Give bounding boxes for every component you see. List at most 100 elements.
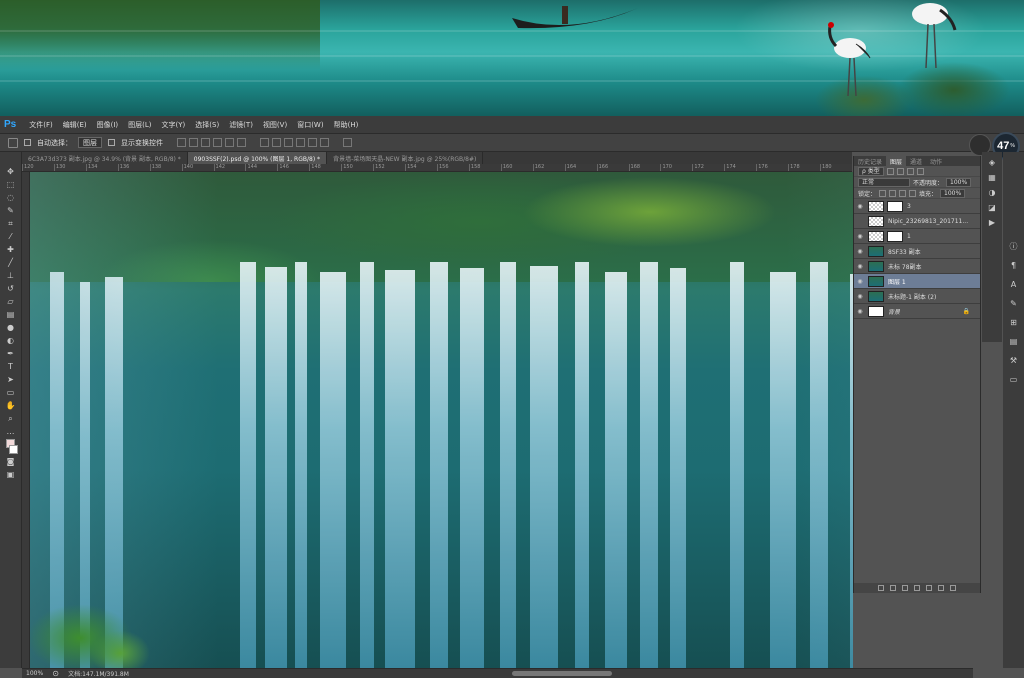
- menu-view[interactable]: 视图(V): [258, 120, 292, 130]
- show-transform-checkbox[interactable]: [108, 139, 115, 146]
- add-mask-icon[interactable]: [902, 585, 908, 591]
- align-top-icon[interactable]: [177, 138, 186, 147]
- menu-window[interactable]: 窗口(W): [292, 120, 328, 130]
- status-info-icon[interactable]: ⊙: [51, 669, 60, 678]
- distribute-right-icon[interactable]: [320, 138, 329, 147]
- path-select-tool-icon[interactable]: ➤: [4, 374, 18, 385]
- paragraph-panel-icon[interactable]: ¶: [1009, 261, 1018, 270]
- document-canvas[interactable]: [30, 172, 973, 668]
- eye-icon[interactable]: ◉: [856, 232, 864, 240]
- tab-channels[interactable]: 通道: [906, 156, 926, 166]
- opacity-input[interactable]: 100%: [946, 177, 972, 187]
- styles-panel-icon[interactable]: ◪: [988, 203, 997, 212]
- eye-icon[interactable]: ◉: [856, 262, 864, 270]
- adjustments-panel-icon[interactable]: ◑: [988, 188, 997, 197]
- auto-align-icon[interactable]: [343, 138, 352, 147]
- type-tool-icon[interactable]: T: [4, 361, 18, 372]
- layer-row[interactable]: ◉ 背景 🔒: [854, 304, 980, 319]
- history-brush-tool-icon[interactable]: ↺: [4, 283, 18, 294]
- tab-document-1[interactable]: 6C3A73d373 副本.jpg @ 34.9% (背景 副本, RGB/8)…: [22, 152, 188, 164]
- menu-image[interactable]: 图像(I): [92, 120, 124, 130]
- tab-actions[interactable]: 动作: [926, 156, 946, 166]
- new-layer-icon[interactable]: [938, 585, 944, 591]
- layer-row[interactable]: Nipic_23269813_201711...: [854, 214, 980, 229]
- eyedropper-tool-icon[interactable]: ⁄: [4, 231, 18, 242]
- layer-row-selected[interactable]: ◉ 图层 1: [854, 274, 980, 289]
- character-panel-icon[interactable]: A: [1009, 280, 1018, 289]
- layer-style-icon[interactable]: [890, 585, 896, 591]
- adjustment-layer-icon[interactable]: [914, 585, 920, 591]
- lock-paint-icon[interactable]: [889, 189, 897, 197]
- layer-row[interactable]: ◉ 未标题-1 副本 (2): [854, 289, 980, 304]
- align-vcenter-icon[interactable]: [189, 138, 198, 147]
- more-tools-icon[interactable]: …: [4, 426, 18, 437]
- eye-icon[interactable]: ◉: [856, 307, 864, 315]
- layer-mask-thumbnail[interactable]: [887, 230, 903, 242]
- filter-shape-icon[interactable]: [916, 167, 924, 175]
- lock-move-icon[interactable]: [899, 189, 907, 197]
- blur-tool-icon[interactable]: ●: [4, 322, 18, 333]
- filter-pixel-icon[interactable]: [886, 167, 894, 175]
- info-panel-icon[interactable]: ⓘ: [1009, 242, 1018, 251]
- align-bottom-icon[interactable]: [201, 138, 210, 147]
- zoom-tool-icon[interactable]: ⌕: [4, 413, 18, 424]
- quick-mask-icon[interactable]: ◙: [4, 456, 18, 467]
- quick-select-tool-icon[interactable]: ✎: [4, 205, 18, 216]
- tool-presets-panel-icon[interactable]: ⚒: [1009, 356, 1018, 365]
- eye-icon[interactable]: ◉: [856, 277, 864, 285]
- blend-mode-select[interactable]: 正常: [858, 177, 910, 187]
- delete-layer-icon[interactable]: [950, 585, 956, 591]
- status-zoom[interactable]: 100%: [26, 670, 43, 677]
- eye-icon[interactable]: ◉: [856, 292, 864, 300]
- dodge-tool-icon[interactable]: ◐: [4, 335, 18, 346]
- brush-tool-icon[interactable]: ╱: [4, 257, 18, 268]
- notes-panel-icon[interactable]: ▤: [1009, 337, 1018, 346]
- align-right-icon[interactable]: [237, 138, 246, 147]
- crop-tool-icon[interactable]: ⌗: [4, 218, 18, 229]
- menu-edit[interactable]: 编辑(E): [58, 120, 92, 130]
- menu-select[interactable]: 选择(S): [190, 120, 224, 130]
- distribute-left-icon[interactable]: [296, 138, 305, 147]
- color-panel-icon[interactable]: ◈: [988, 158, 997, 167]
- move-tool-icon[interactable]: ✥: [4, 166, 18, 177]
- menu-filter[interactable]: 滤镜(T): [224, 120, 258, 130]
- move-tool-preset-icon[interactable]: [8, 137, 18, 148]
- link-layers-icon[interactable]: [878, 585, 884, 591]
- hand-tool-icon[interactable]: ✋: [4, 400, 18, 411]
- layer-row[interactable]: ◉ 3: [854, 199, 980, 214]
- background-color-swatch[interactable]: [9, 445, 18, 454]
- align-hcenter-icon[interactable]: [225, 138, 234, 147]
- distribute-hcenter-icon[interactable]: [308, 138, 317, 147]
- ruler-vertical[interactable]: [22, 172, 30, 668]
- healing-tool-icon[interactable]: ✚: [4, 244, 18, 255]
- screen-mode-icon[interactable]: ▣: [4, 469, 18, 480]
- eraser-tool-icon[interactable]: ▱: [4, 296, 18, 307]
- eye-icon[interactable]: ◉: [856, 202, 864, 210]
- distribute-bottom-icon[interactable]: [284, 138, 293, 147]
- align-left-icon[interactable]: [213, 138, 222, 147]
- menu-type[interactable]: 文字(Y): [157, 120, 191, 130]
- auto-select-dropdown[interactable]: 图层: [78, 137, 102, 148]
- pen-tool-icon[interactable]: ✒: [4, 348, 18, 359]
- play-panel-icon[interactable]: ▶: [988, 218, 997, 227]
- auto-select-checkbox[interactable]: [24, 139, 31, 146]
- ruler-horizontal[interactable]: 120 130 134 136 138 140 142 144 146 148 150 152 154 1…: [22, 164, 852, 172]
- shape-tool-icon[interactable]: ▭: [4, 387, 18, 398]
- gradient-tool-icon[interactable]: ▤: [4, 309, 18, 320]
- fill-input[interactable]: 100%: [940, 188, 966, 198]
- distribute-top-icon[interactable]: [260, 138, 269, 147]
- horizontal-scrollbar[interactable]: [512, 671, 612, 676]
- menu-layer[interactable]: 图层(L): [123, 120, 156, 130]
- lock-pixels-icon[interactable]: [879, 189, 887, 197]
- clone-stamp-tool-icon[interactable]: ⊥: [4, 270, 18, 281]
- tab-document-3[interactable]: 背景墙-菜场图天晶-NEW 副本.jpg @ 25%(RGB/8#): [327, 152, 484, 164]
- lock-all-icon[interactable]: [909, 189, 917, 197]
- tab-document-2[interactable]: 0903SSF(2).psd @ 100% (图层 1, RGB/8) *: [187, 152, 328, 164]
- brush-panel-icon[interactable]: ✎: [1009, 299, 1018, 308]
- layer-row[interactable]: ◉ 8SF33 副本: [854, 244, 980, 259]
- marquee-tool-icon[interactable]: ⬚: [4, 179, 18, 190]
- tab-layers[interactable]: 图层: [886, 156, 907, 166]
- lasso-tool-icon[interactable]: ◌: [4, 192, 18, 203]
- layer-row[interactable]: ◉ 未标 78副本: [854, 259, 980, 274]
- eye-icon[interactable]: ◉: [856, 247, 864, 255]
